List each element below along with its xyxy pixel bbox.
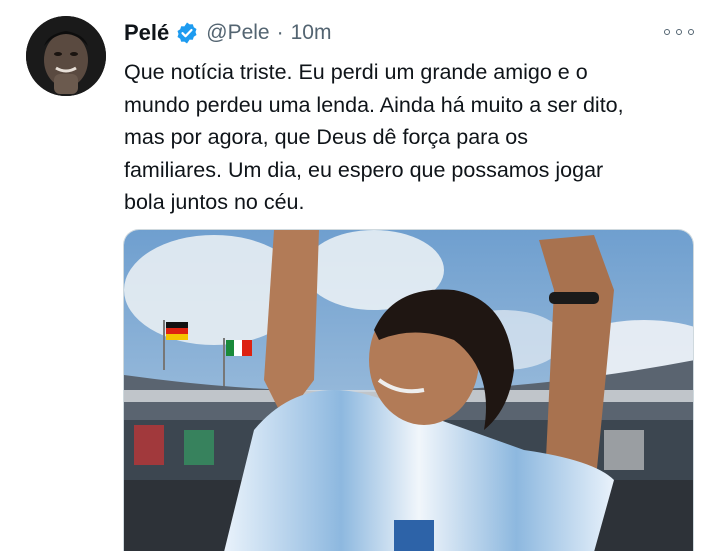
author-name[interactable]: Pelé <box>124 20 169 46</box>
tweet-text-line: familiares. Um dia, eu espero que possam… <box>124 157 604 182</box>
tweet-header: Pelé @Pele · 10m <box>124 18 331 48</box>
avatar[interactable] <box>26 16 106 96</box>
timestamp[interactable]: 10m <box>291 21 332 45</box>
tweet: Pelé @Pele · 10m Que notícia triste. Eu … <box>0 0 716 551</box>
tweet-text-line: bola juntos no céu. <box>124 190 305 214</box>
photo-football-player-celebrating-icon <box>124 230 693 551</box>
author-handle[interactable]: @Pele <box>206 21 269 45</box>
tweet-text-line: mas por agora, que Deus dê força para os <box>124 125 528 149</box>
tweet-text-line: mundo perdeu uma lenda. Ainda há muito a… <box>124 92 624 117</box>
more-options-icon[interactable] <box>664 22 694 42</box>
avatar-image <box>26 16 106 96</box>
separator-dot: · <box>276 21 284 44</box>
tweet-text-line: Que notícia triste. Eu perdi um grande a… <box>124 60 588 84</box>
tweet-text: Que notícia triste. Eu perdi um grande a… <box>124 56 694 219</box>
verified-badge-icon <box>175 21 199 45</box>
tweet-media-photo[interactable] <box>123 229 694 551</box>
